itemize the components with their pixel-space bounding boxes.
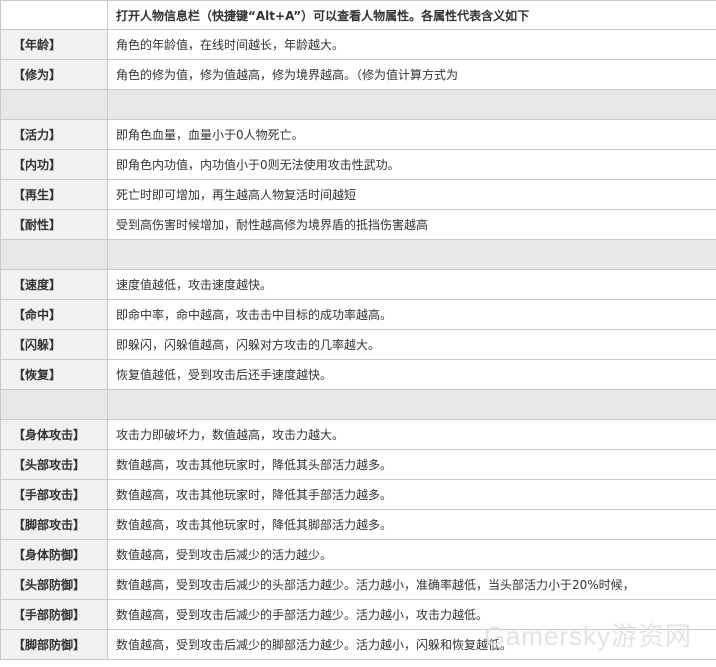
attribute-label: 【手部攻击】 [0, 479, 108, 510]
separator-cell [107, 239, 716, 270]
attribute-label: 【脚部防御】 [0, 629, 108, 660]
header-description: 打开人物信息栏（快捷键“Alt+A”）可以查看人物属性。各属性代表含义如下 [107, 0, 716, 30]
attribute-description: 数值越高，攻击其他玩家时，降低其脚部活力越多。 [107, 509, 716, 540]
attribute-description: 即命中率，命中越高，攻击击中目标的成功率越高。 [107, 299, 716, 330]
attribute-label: 【恢复】 [0, 359, 108, 390]
attribute-label: 【速度】 [0, 269, 108, 300]
attribute-label: 【头部防御】 [0, 569, 108, 600]
attribute-label: 【身体攻击】 [0, 419, 108, 450]
separator-cell [107, 389, 716, 420]
attribute-label: 【再生】 [0, 179, 108, 210]
attribute-description: 数值越高，受到攻击后减少的手部活力越少。活力越小，攻击力越低。 [107, 599, 716, 630]
table-row: 【修为】 角色的修为值，修为值越高，修为境界越高。（修为值计算方式为 [0, 59, 716, 90]
table-row: 【内功】 即角色内功值，内功值小于0则无法使用攻击性武功。 [0, 149, 716, 180]
attribute-description: 即角色血量，血量小于0人物死亡。 [107, 119, 716, 150]
table-row: 【年龄】 角色的年龄值，在线时间越长，年龄越大。 [0, 29, 716, 60]
attribute-table: 打开人物信息栏（快捷键“Alt+A”）可以查看人物属性。各属性代表含义如下 【年… [0, 0, 716, 660]
attribute-description: 数值越高，受到攻击后减少的头部活力越少。活力越小，准确率越低，当头部活力小于20… [107, 569, 716, 600]
attribute-label: 【内功】 [0, 149, 108, 180]
table-row: 【闪躲】 即躲闪，闪躲值越高，闪躲对方攻击的几率越大。 [0, 329, 716, 360]
table-row: 【头部防御】 数值越高，受到攻击后减少的头部活力越少。活力越小，准确率越低，当头部… [0, 569, 716, 600]
separator-cell [0, 89, 108, 120]
attribute-description: 恢复值越低，受到攻击后还手速度越快。 [107, 359, 716, 390]
separator-cell [107, 89, 716, 120]
attribute-description: 数值越高，攻击其他玩家时，降低其手部活力越多。 [107, 479, 716, 510]
table-header-row: 打开人物信息栏（快捷键“Alt+A”）可以查看人物属性。各属性代表含义如下 [0, 0, 716, 30]
table-row: 【手部攻击】 数值越高，攻击其他玩家时，降低其手部活力越多。 [0, 479, 716, 510]
attribute-description: 数值越高，受到攻击后减少的活力越少。 [107, 539, 716, 570]
table-row: 【恢复】 恢复值越低，受到攻击后还手速度越快。 [0, 359, 716, 390]
separator-cell [0, 239, 108, 270]
attribute-label: 【活力】 [0, 119, 108, 150]
attribute-label: 【修为】 [0, 59, 108, 90]
separator-cell [0, 389, 108, 420]
attribute-description: 攻击力即破坏力，数值越高，攻击力越大。 [107, 419, 716, 450]
attribute-label: 【身体防御】 [0, 539, 108, 570]
table-row: 【速度】 速度值越低，攻击速度越快。 [0, 269, 716, 300]
attribute-description: 即躲闪，闪躲值越高，闪躲对方攻击的几率越大。 [107, 329, 716, 360]
attribute-label: 【脚部攻击】 [0, 509, 108, 540]
attribute-description: 速度值越低，攻击速度越快。 [107, 269, 716, 300]
attribute-label: 【闪躲】 [0, 329, 108, 360]
attribute-label: 【手部防御】 [0, 599, 108, 630]
attribute-label: 【年龄】 [0, 29, 108, 60]
table-row: 【耐性】 受到高伤害时候增加，耐性越高修为境界盾的抵挡伤害越高 [0, 209, 716, 240]
attribute-description: 死亡时即可增加，再生越高人物复活时间越短 [107, 179, 716, 210]
separator-row [0, 89, 716, 120]
attribute-description: 角色的修为值，修为值越高，修为境界越高。（修为值计算方式为 [107, 59, 716, 90]
attribute-description: 数值越高，受到攻击后减少的脚部活力越少。活力越小，闪躲和恢复越低。 [107, 629, 716, 660]
attribute-description: 即角色内功值，内功值小于0则无法使用攻击性武功。 [107, 149, 716, 180]
table-row: 【头部攻击】 数值越高，攻击其他玩家时，降低其头部活力越多。 [0, 449, 716, 480]
attribute-description: 角色的年龄值，在线时间越长，年龄越大。 [107, 29, 716, 60]
table-row: 【脚部攻击】 数值越高，攻击其他玩家时，降低其脚部活力越多。 [0, 509, 716, 540]
table-row: 【脚部防御】 数值越高，受到攻击后减少的脚部活力越少。活力越小，闪躲和恢复越低。 [0, 629, 716, 660]
attribute-description: 受到高伤害时候增加，耐性越高修为境界盾的抵挡伤害越高 [107, 209, 716, 240]
attribute-label: 【命中】 [0, 299, 108, 330]
separator-row [0, 239, 716, 270]
table-row: 【再生】 死亡时即可增加，再生越高人物复活时间越短 [0, 179, 716, 210]
header-label-cell [0, 0, 108, 30]
attribute-label: 【头部攻击】 [0, 449, 108, 480]
attribute-label: 【耐性】 [0, 209, 108, 240]
table-row: 【身体防御】 数值越高，受到攻击后减少的活力越少。 [0, 539, 716, 570]
table-row: 【活力】 即角色血量，血量小于0人物死亡。 [0, 119, 716, 150]
table-row: 【手部防御】 数值越高，受到攻击后减少的手部活力越少。活力越小，攻击力越低。 [0, 599, 716, 630]
attribute-description: 数值越高，攻击其他玩家时，降低其头部活力越多。 [107, 449, 716, 480]
table-row: 【身体攻击】 攻击力即破坏力，数值越高，攻击力越大。 [0, 419, 716, 450]
table-row: 【命中】 即命中率，命中越高，攻击击中目标的成功率越高。 [0, 299, 716, 330]
separator-row [0, 389, 716, 420]
